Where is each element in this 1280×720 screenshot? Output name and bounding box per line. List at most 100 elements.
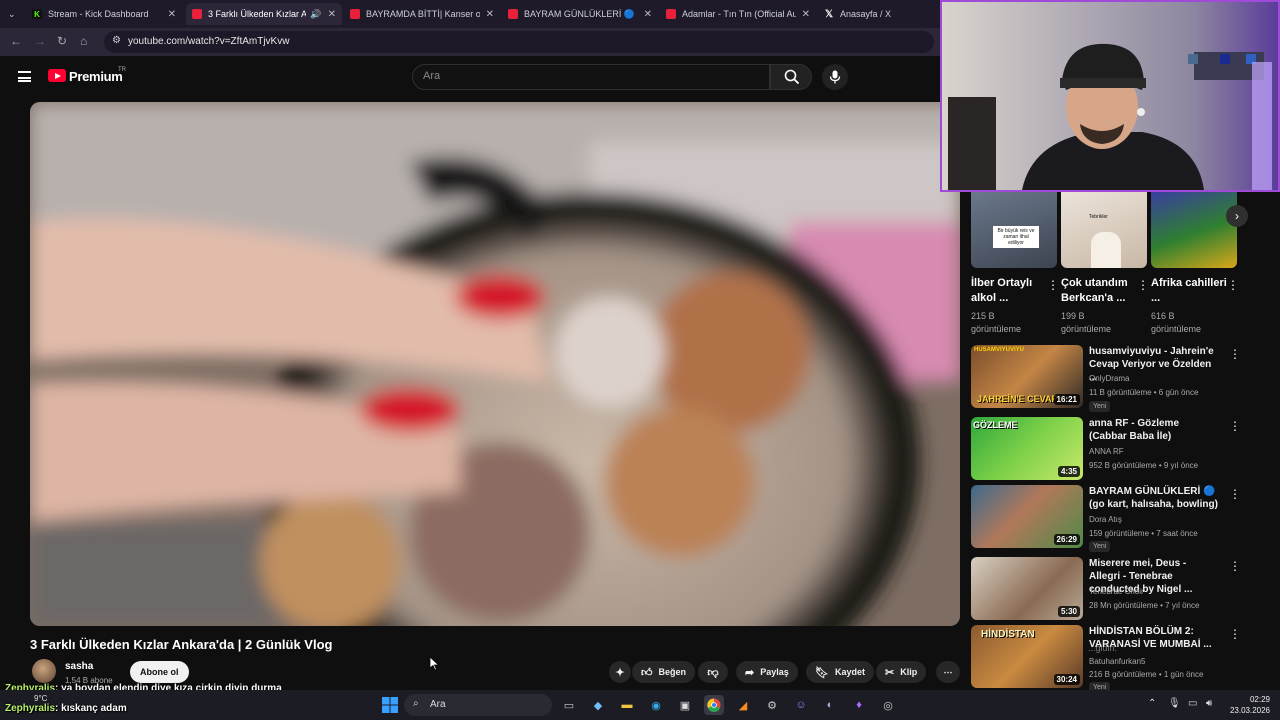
settings-icon[interactable]: ⚙ xyxy=(762,695,782,715)
chevron-up-icon[interactable]: ⌃ xyxy=(1148,698,1156,709)
system-clock[interactable]: 02:29 23.03.2026 xyxy=(1222,694,1270,716)
microphone-icon xyxy=(829,70,841,84)
url-field[interactable]: ⚙ youtube.com/watch?v=ZftAmTjvKvw xyxy=(104,31,934,53)
tab-list-button[interactable]: ⌄ xyxy=(2,3,22,25)
microphone-icon[interactable]: 🎙︎ xyxy=(1168,698,1181,709)
shorts-next-button[interactable]: › xyxy=(1226,205,1248,227)
home-icon[interactable]: ⌂ xyxy=(80,34,87,48)
more-horizontal-icon: ⋯ xyxy=(943,666,953,677)
edge-icon[interactable]: ◉ xyxy=(646,695,666,715)
clip-button[interactable]: ✂ Klip xyxy=(876,661,927,683)
forward-arrow-icon[interactable]: → xyxy=(34,34,46,48)
recommended-video[interactable]: HUSAMVIYUVIYU JAHREİN'E CEVAP 16:21 husa… xyxy=(971,345,1271,412)
webcam-overlay xyxy=(940,0,1280,192)
video-thumbnail[interactable]: 26:29 xyxy=(971,485,1083,548)
site-info-icon[interactable]: ⚙ xyxy=(112,35,121,46)
volume-icon[interactable]: 🔊︎ xyxy=(1206,698,1212,709)
short-item[interactable]: Bir büyük reis ve zaman ithal ediliyor İ… xyxy=(971,188,1059,336)
voice-search-button[interactable] xyxy=(822,64,848,90)
video-duration: 26:29 xyxy=(1053,534,1080,545)
close-tab-icon[interactable]: ✕ xyxy=(644,9,652,20)
channel-name[interactable]: sasha xyxy=(65,661,93,672)
recommended-video[interactable]: GÖZLEME 4:35 anna RF - Gözleme (Cabbar B… xyxy=(971,417,1271,481)
more-actions-button[interactable]: ⋯ xyxy=(936,661,960,683)
dislike-button[interactable]: 👎︎ xyxy=(698,661,728,683)
file-explorer-icon[interactable]: ▬ xyxy=(617,695,637,715)
tab-bayramda-bitti[interactable]: BAYRAMDA BİTTİ| Kanser olduk ✕ xyxy=(344,3,500,25)
search-box[interactable] xyxy=(412,64,770,90)
youtube-logo-icon[interactable] xyxy=(48,69,66,82)
video-thumbnail[interactable]: HİNDİSTAN 30:24 xyxy=(971,625,1083,688)
video-duration: 30:24 xyxy=(1053,674,1080,685)
short-item[interactable]: Tebrikler Çok utandım Berkcan'a ... 199 … xyxy=(1061,188,1149,336)
video-title[interactable]: anna RF - Gözleme (Cabbar Baba İle) xyxy=(1089,417,1219,443)
menu-icon[interactable] xyxy=(18,71,31,82)
widgets-icon[interactable]: ◆ xyxy=(588,695,608,715)
like-button[interactable]: 👍︎ Beğen xyxy=(632,661,696,683)
more-vertical-icon[interactable]: ⋮ xyxy=(1227,278,1239,292)
channel-name[interactable]: Tenebrae Choir xyxy=(1089,587,1144,596)
start-button[interactable] xyxy=(380,695,400,715)
terminal-icon[interactable]: ◢ xyxy=(733,695,753,715)
video-thumbnail[interactable]: HUSAMVIYUVIYU JAHREİN'E CEVAP 16:21 xyxy=(971,345,1083,408)
recommended-video[interactable]: 5:30 Miserere mei, Deus - Allegri - Tene… xyxy=(971,557,1271,621)
more-vertical-icon[interactable]: ⋮ xyxy=(1137,278,1149,292)
network-icon[interactable]: ▭ xyxy=(1188,698,1197,709)
more-vertical-icon[interactable]: ⋮ xyxy=(1229,559,1241,573)
more-vertical-icon[interactable]: ⋮ xyxy=(1229,627,1241,641)
close-tab-icon[interactable]: ✕ xyxy=(802,9,810,20)
chrome-icon[interactable] xyxy=(704,695,724,715)
short-thumbnail[interactable]: Bir büyük reis ve zaman ithal ediliyor xyxy=(971,188,1057,268)
channel-avatar[interactable] xyxy=(32,659,56,683)
tab-x-home[interactable]: 𝕏 Anasayfa / X xyxy=(818,3,938,25)
store-icon[interactable]: ▣ xyxy=(675,695,695,715)
more-vertical-icon[interactable]: ⋮ xyxy=(1047,278,1059,292)
scissors-icon: ✂ xyxy=(885,666,895,679)
close-tab-icon[interactable]: ✕ xyxy=(168,9,176,20)
close-tab-icon[interactable]: ✕ xyxy=(328,9,336,20)
taskbar-search[interactable]: ⌕ Ara xyxy=(404,694,552,716)
more-vertical-icon[interactable]: ⋮ xyxy=(1229,487,1241,501)
recommended-video[interactable]: HİNDİSTAN 30:24 HİNDİSTAN BÖLÜM 2: VARAN… xyxy=(971,625,1271,693)
speaker-icon[interactable]: 🔊 xyxy=(310,9,321,20)
short-thumbnail[interactable]: Tebrikler xyxy=(1061,188,1147,268)
app-icon[interactable]: ♦ xyxy=(849,695,869,715)
close-tab-icon[interactable]: ✕ xyxy=(486,9,494,20)
short-item[interactable]: Afrika cahilleri ... 616 Bgörüntüleme ⋮ xyxy=(1151,188,1239,336)
search-icon: ⌕ xyxy=(413,698,419,709)
discord-icon[interactable]: ☺ xyxy=(791,695,811,715)
steam-icon[interactable]: ◐ xyxy=(820,695,840,715)
tab-bayram-gunlukleri[interactable]: BAYRAM GÜNLÜKLERİ 🔵 (go ka ✕ xyxy=(502,3,658,25)
subscribe-button[interactable]: Abone ol xyxy=(130,661,189,683)
short-thumbnail[interactable] xyxy=(1151,188,1237,268)
channel-name[interactable]: ANNA RF xyxy=(1089,447,1124,456)
video-thumbnail[interactable]: 5:30 xyxy=(971,557,1083,620)
back-arrow-icon[interactable]: ← xyxy=(10,34,22,48)
search-button[interactable] xyxy=(770,64,812,90)
reload-icon[interactable]: ↻ xyxy=(57,34,67,48)
tab-active-video[interactable]: 3 Farklı Ülkeden Kızlar Ankara'da 🔊 ✕ xyxy=(186,3,342,25)
save-button[interactable]: 🔖︎ Kaydet xyxy=(806,661,874,683)
task-view-icon[interactable]: ▭ xyxy=(559,695,579,715)
video-thumbnail[interactable]: GÖZLEME 4:35 xyxy=(971,417,1083,480)
obs-icon[interactable]: ◎ xyxy=(878,695,898,715)
channel-name[interactable]: OnlyDrama xyxy=(1089,374,1129,383)
youtube-icon xyxy=(350,9,360,19)
channel-name[interactable]: Batuhanfurkan5 xyxy=(1089,657,1146,666)
tab-kick-dashboard[interactable]: K Stream - Kick Dashboard ✕ xyxy=(26,3,182,25)
more-vertical-icon[interactable]: ⋮ xyxy=(1229,419,1241,433)
more-vertical-icon[interactable]: ⋮ xyxy=(1229,347,1241,361)
search-input[interactable] xyxy=(423,70,753,82)
video-duration: 5:30 xyxy=(1057,606,1080,617)
video-title: 3 Farklı Ülkeden Kızlar Ankara'da | 2 Gü… xyxy=(30,637,333,652)
video-player[interactable] xyxy=(30,102,960,626)
ask-ai-button[interactable]: ✦ xyxy=(609,661,631,683)
video-title[interactable]: BAYRAM GÜNLÜKLERİ 🔵 (go kart, halısaha, … xyxy=(1089,485,1219,511)
recommended-video[interactable]: 26:29 BAYRAM GÜNLÜKLERİ 🔵 (go kart, halı… xyxy=(971,485,1271,552)
kick-icon: K xyxy=(32,9,42,19)
video-meta: 159 görüntüleme • 7 saat önce xyxy=(1089,529,1198,538)
channel-name[interactable]: Dora Atış xyxy=(1089,515,1122,524)
youtube-premium-logo[interactable]: Premium xyxy=(69,69,123,84)
share-button[interactable]: ➦ Paylaş xyxy=(736,661,798,683)
tab-adamlar-tin-tin[interactable]: Adamlar - Tın Tın (Official Audio ✕ xyxy=(660,3,816,25)
